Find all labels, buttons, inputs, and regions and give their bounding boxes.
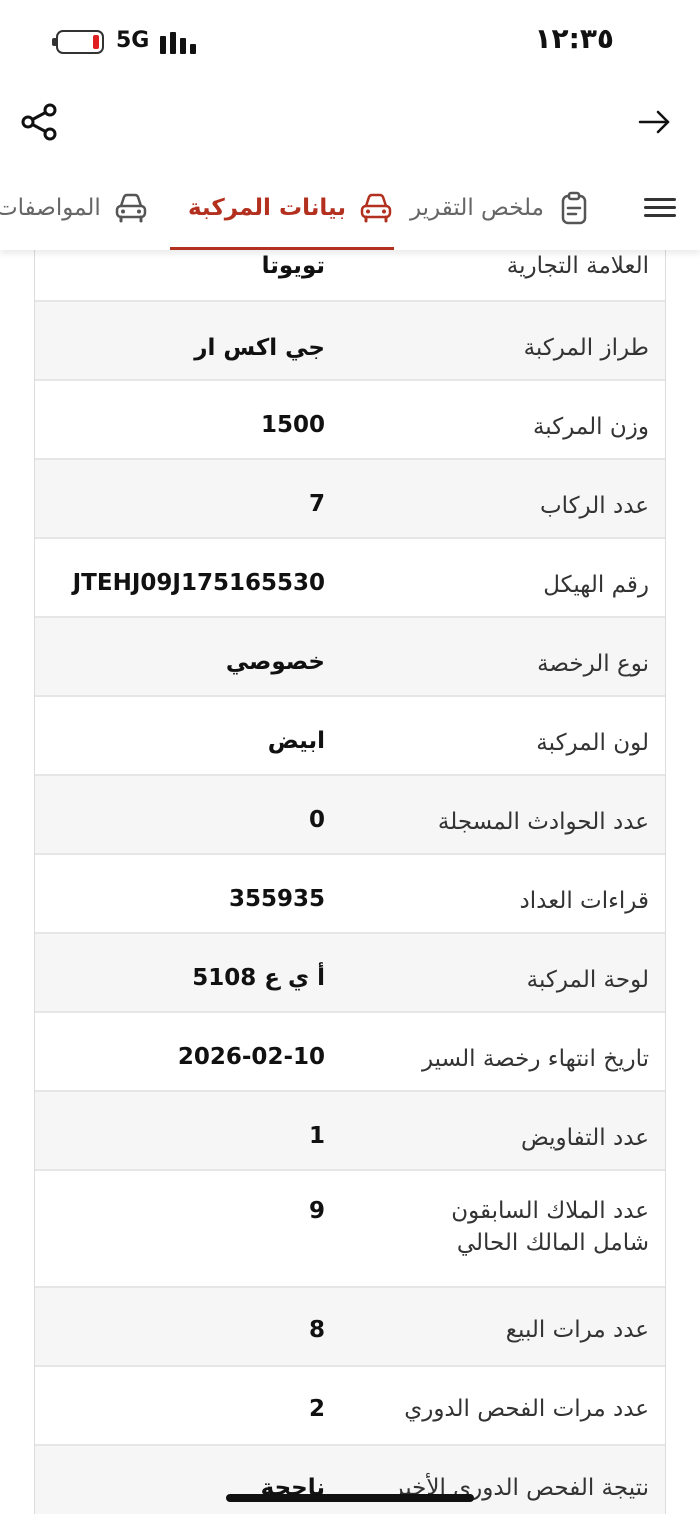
tab-specifications[interactable]: المواصفات — [0, 166, 149, 250]
hamburger-icon — [644, 198, 676, 201]
car-icon — [360, 193, 392, 223]
row-label: رقم الهيكل — [543, 572, 649, 598]
row-label: طراز المركبة — [523, 335, 649, 361]
table-row: طراز المركبة جي اكس ار — [35, 302, 665, 381]
table-row: عدد التفاويض 1 — [35, 1092, 665, 1171]
top-bar — [0, 86, 700, 160]
row-label: عدد مرات الفحص الدوري — [404, 1396, 649, 1422]
row-value: 1 — [308, 1123, 325, 1149]
row-value: JTEHJ09J175165530 — [72, 570, 325, 596]
row-value: جي اكس ار — [194, 335, 325, 361]
row-label: عدد الحوادث المسجلة — [437, 809, 649, 835]
row-label: قراءات العداد — [519, 888, 649, 914]
row-label: وزن المركبة — [532, 414, 649, 440]
row-value: 355935 — [228, 886, 325, 912]
signal-icon — [160, 28, 200, 54]
row-label: لوحة المركبة — [526, 967, 649, 993]
arrow-right-icon — [638, 110, 670, 134]
share-button[interactable] — [18, 100, 62, 144]
row-value: 2026-02-10 — [177, 1044, 325, 1070]
row-value: 2 — [308, 1396, 325, 1422]
vehicle-data-table: العلامة التجارية تويوتا طراز المركبة جي … — [34, 232, 666, 1514]
car-icon — [115, 193, 147, 223]
row-label: نوع الرخصة — [537, 651, 649, 677]
table-row: لون المركبة ابيض — [35, 697, 665, 776]
clipboard-icon — [561, 191, 587, 225]
table-row: لوحة المركبة أ ي ع 5108 — [35, 934, 665, 1013]
back-button[interactable] — [634, 102, 674, 142]
tab-vehicle-data[interactable]: بيانات المركبة — [188, 166, 394, 250]
row-value: 9 — [308, 1198, 325, 1224]
table-row: عدد مرات الفحص الدوري 2 — [35, 1367, 665, 1446]
tab-label: ملخص التقرير — [409, 195, 544, 221]
table-row: نوع الرخصة خصوصي — [35, 618, 665, 697]
row-label: عدد التفاويض — [520, 1125, 649, 1151]
tab-report-summary[interactable]: ملخص التقرير — [410, 166, 592, 250]
status-time: ١٢:٣٥ — [534, 22, 614, 55]
table-row: تاريخ انتهاء رخصة السير 2026-02-10 — [35, 1013, 665, 1092]
tab-label: المواصفات — [0, 195, 101, 221]
row-value: خصوصي — [225, 649, 325, 675]
row-value: ابيض — [267, 728, 325, 754]
row-label: عدد الملاك السابقون شامل المالك الحالي — [451, 1198, 649, 1256]
table-row: نتيجة الفحص الدوري الأخير ناجحة — [35, 1446, 665, 1514]
row-label: العلامة التجارية — [506, 253, 649, 279]
row-value: 0 — [308, 807, 325, 833]
table-row: وزن المركبة 1500 — [35, 381, 665, 460]
row-value: 7 — [308, 491, 325, 517]
row-label: لون المركبة — [536, 730, 649, 756]
active-tab-indicator — [170, 247, 394, 250]
tab-bar: ملخص التقرير بيانات المركبة المواصفات — [0, 166, 700, 250]
table-row: عدد الحوادث المسجلة 0 — [35, 776, 665, 855]
network-type: 5G — [116, 28, 150, 53]
row-value: أ ي ع 5108 — [192, 965, 325, 991]
share-icon — [21, 103, 57, 141]
row-label: تاريخ انتهاء رخصة السير — [421, 1046, 649, 1072]
table-row: قراءات العداد 355935 — [35, 855, 665, 934]
table-row: عدد مرات البيع 8 — [35, 1288, 665, 1367]
battery-icon — [52, 30, 104, 54]
table-row: رقم الهيكل JTEHJ09J175165530 — [35, 539, 665, 618]
status-bar: 5G ١٢:٣٥ — [0, 0, 700, 86]
row-value: 1500 — [260, 412, 325, 438]
table-row: عدد الملاك السابقون شامل المالك الحالي 9 — [35, 1171, 665, 1288]
menu-button[interactable] — [640, 188, 680, 228]
home-indicator[interactable] — [226, 1494, 474, 1502]
tab-label: بيانات المركبة — [187, 195, 346, 221]
row-label: عدد مرات البيع — [505, 1317, 649, 1343]
row-value: 8 — [308, 1317, 325, 1343]
row-value: تويوتا — [261, 253, 325, 279]
row-label: عدد الركاب — [539, 493, 649, 519]
table-row: عدد الركاب 7 — [35, 460, 665, 539]
